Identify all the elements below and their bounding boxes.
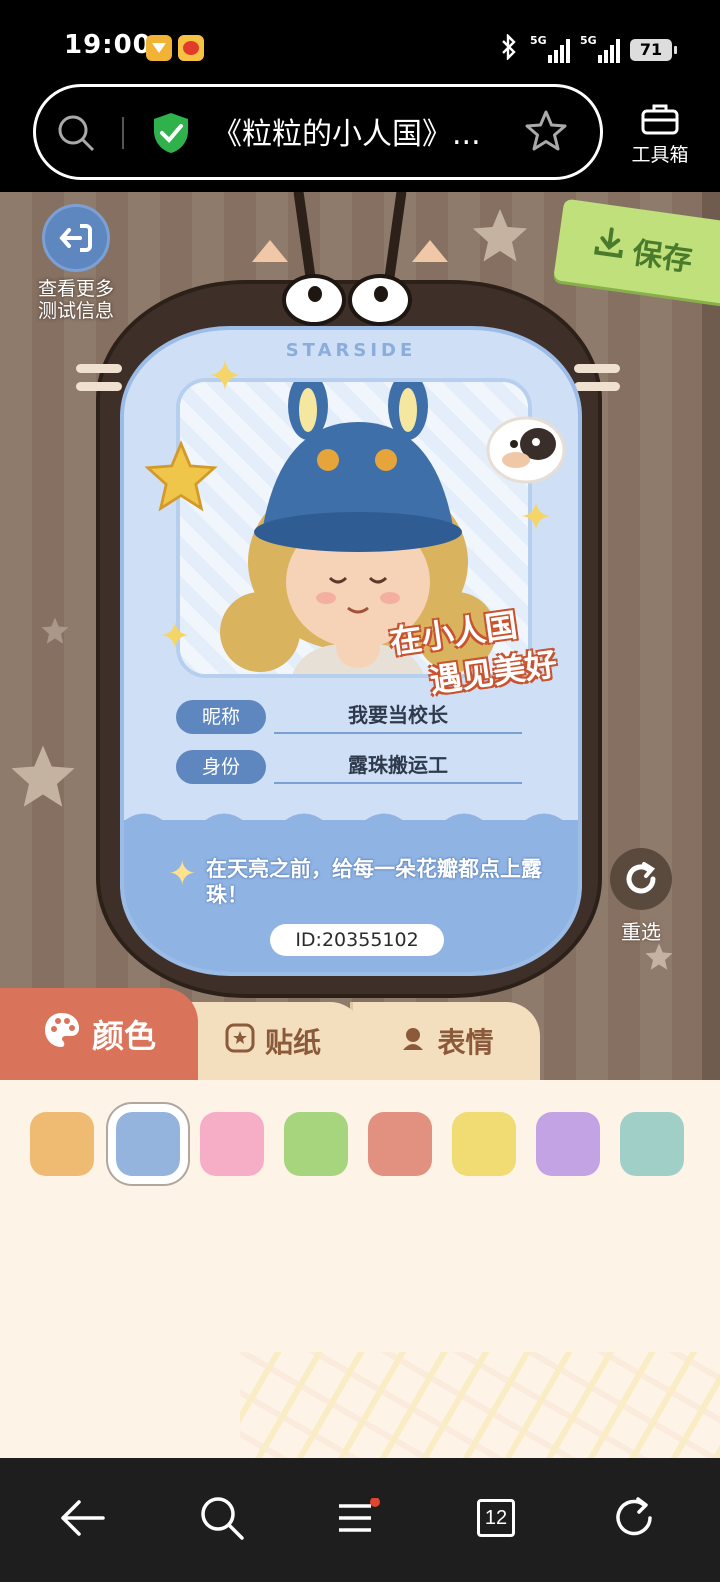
decor-pattern [240, 1352, 720, 1458]
color-swatch[interactable] [536, 1112, 600, 1176]
whisker [76, 382, 122, 391]
reselect-button[interactable]: 重选 [606, 848, 676, 945]
whisker [574, 364, 620, 373]
tab-color[interactable]: 颜色 [0, 988, 198, 1080]
signal-icon-2: 5G [580, 34, 620, 63]
expression-icon [399, 1024, 427, 1059]
back-arrow-icon[interactable] [50, 1486, 114, 1550]
toolbox-icon [620, 102, 700, 136]
wall-edge [702, 192, 720, 1082]
palette-icon [42, 1010, 82, 1058]
nickname-row: 昵称 我要当校长 [176, 700, 522, 736]
user-id-badge: ID:20355102 [270, 924, 444, 956]
status-bar: 19:00 5G 5G 71 [0, 0, 720, 90]
identity-row: 身份 露珠搬运工 [176, 750, 522, 786]
refresh-icon[interactable] [602, 1486, 666, 1550]
color-swatch[interactable] [30, 1112, 94, 1176]
network-label-1: 5G [530, 34, 547, 47]
page-content: 查看更多 测试信息 保存 STARSIDE 昵称 我要当校长 身份 露珠搬运工 … [0, 192, 720, 1458]
browser-toolbar: 《粒粒的小人国》... 工具箱 [0, 84, 720, 192]
view-more-info-label: 查看更多 测试信息 [37, 278, 114, 322]
app-notification-icon [146, 35, 172, 61]
cat-eyes [282, 274, 416, 330]
color-swatch[interactable] [200, 1112, 264, 1176]
sparkle-icon [521, 501, 551, 531]
shield-check-icon[interactable] [151, 111, 191, 155]
color-swatch[interactable] [368, 1112, 432, 1176]
tab-bar: 表情 贴纸 颜色 [0, 988, 720, 1080]
save-label: 保存 [630, 235, 695, 279]
battery-icon: 71 [630, 39, 677, 61]
color-swatch[interactable] [113, 1109, 183, 1179]
download-icon [591, 224, 628, 268]
tab-count: 12 [477, 1499, 515, 1537]
tab-sticker[interactable]: 贴纸 [182, 1002, 364, 1080]
motto-text: 在天亮之前，给每一朵花瓣都点上露珠！ [206, 857, 542, 907]
address-bar[interactable]: 《粒粒的小人国》... [33, 84, 603, 180]
search-icon[interactable] [56, 113, 96, 153]
color-swatch[interactable] [620, 1112, 684, 1176]
sparkle-icon [161, 621, 189, 649]
page-title[interactable]: 《粒粒的小人国》... [212, 109, 512, 153]
nickname-label: 昵称 [176, 700, 266, 734]
toolbox-button[interactable]: 工具箱 [620, 98, 700, 167]
cat-ear-left [252, 240, 288, 262]
cow-sticker-icon [486, 416, 566, 484]
decor-star-icon [41, 617, 69, 644]
identity-label: 身份 [176, 750, 266, 784]
signal-icon: 5G [530, 34, 570, 63]
sparkle-icon [209, 359, 241, 391]
refresh-icon [610, 848, 672, 910]
decor-star-icon [645, 943, 673, 970]
cat-ear-right [412, 240, 448, 262]
divider [122, 117, 124, 149]
decor-star-icon [473, 209, 527, 262]
star-icon[interactable] [524, 109, 568, 153]
decor-star-icon [11, 745, 75, 807]
whisker [574, 382, 620, 391]
search-icon[interactable] [190, 1486, 254, 1550]
sparkle-icon: ✦ [168, 854, 197, 894]
color-swatch[interactable] [452, 1112, 516, 1176]
weibo-icon [178, 35, 204, 61]
tab-expression-label: 表情 [437, 1026, 494, 1059]
network-label-2: 5G [580, 34, 597, 47]
status-time: 19:00 [64, 30, 152, 60]
bluetooth-icon [498, 33, 520, 66]
toolbox-label: 工具箱 [631, 144, 689, 166]
tab-expression[interactable]: 表情 [350, 1002, 540, 1080]
whisker [76, 364, 122, 373]
identity-value: 露珠搬运工 [274, 750, 522, 784]
tab-sticker-label: 贴纸 [264, 1026, 321, 1059]
color-swatch-panel [0, 1080, 720, 1458]
menu-icon[interactable] [326, 1486, 390, 1550]
shooting-star-icon [144, 440, 218, 512]
view-more-info-button[interactable]: 查看更多 测试信息 [28, 204, 124, 322]
brand-logo: STARSIDE [285, 340, 417, 361]
browser-nav-bar: 12 [0, 1458, 720, 1582]
tabs-icon[interactable]: 12 [464, 1486, 528, 1550]
tab-color-label: 颜色 [91, 1017, 156, 1055]
reselect-label: 重选 [621, 920, 661, 944]
exit-arrow-icon [42, 204, 110, 272]
color-swatch[interactable] [284, 1112, 348, 1176]
sticker-icon [225, 1023, 255, 1060]
